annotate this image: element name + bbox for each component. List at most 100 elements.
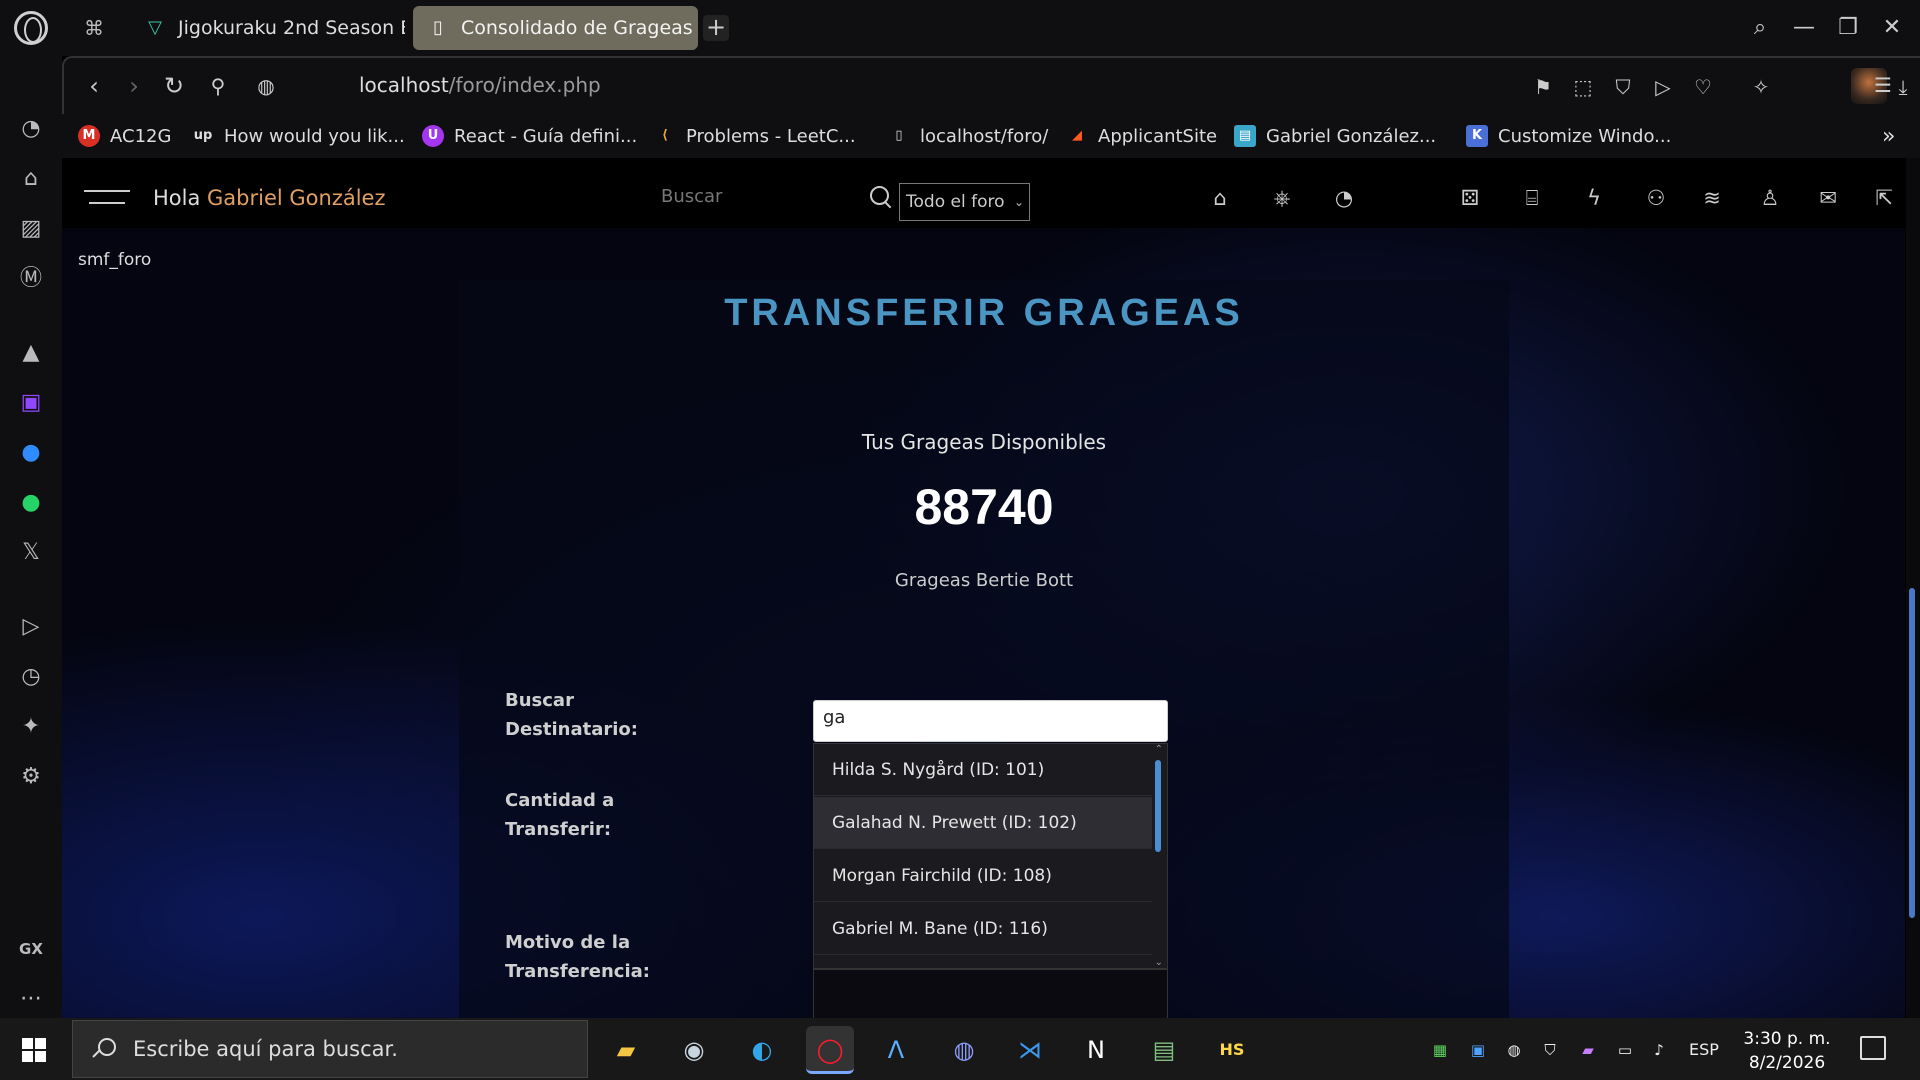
hot-tabs-icon[interactable]: ⌂ — [14, 162, 48, 196]
menu-icon[interactable]: ☰ — [1868, 70, 1898, 100]
arc-icon[interactable]: Λ — [872, 1026, 920, 1074]
aria-icon[interactable]: ▲ — [14, 336, 48, 370]
list-item[interactable]: Gabriel M. Bane (ID: 116) — [814, 903, 1152, 955]
bookmark-item[interactable]: ▯ localhost/foro/ — [888, 122, 1048, 150]
windows-start-icon[interactable] — [22, 1038, 46, 1062]
reload-button[interactable]: ↻ — [158, 70, 190, 102]
history-icon[interactable]: ◷ — [14, 660, 48, 694]
mail-icon[interactable]: ✉ — [1814, 184, 1842, 212]
discord-icon[interactable]: ◍ — [940, 1026, 988, 1074]
hs-app-icon[interactable]: HS — [1208, 1026, 1256, 1074]
reason-textarea[interactable] — [813, 969, 1168, 1018]
logout-icon[interactable]: ⇱ — [1870, 184, 1898, 212]
store-icon[interactable]: ⌸ — [1518, 184, 1546, 212]
vscode-icon[interactable]: ⋊ — [1006, 1026, 1054, 1074]
gamepad-icon[interactable]: ⎈ — [1268, 184, 1296, 212]
tab-consolidado[interactable]: ▯ Consolidado de Grageas B — [413, 6, 698, 50]
bookmark-item[interactable]: U React - Guía defini... — [422, 122, 637, 150]
list-item[interactable]: Hilda S. Nygård (ID: 101) — [814, 744, 1152, 796]
discord-tray-icon[interactable]: ◍ — [1502, 1038, 1526, 1062]
gamepad-icon[interactable]: ⌘ — [80, 14, 108, 42]
app-window-icon[interactable]: ▤ — [1140, 1026, 1188, 1074]
opera-sidebar: ◔ ⌂ ▨ Ⓜ ▲ ▣ ● ● 𝕏 ▷ ◷ ✦ ⚙ GX ⋯ — [0, 56, 62, 1018]
search-icon[interactable] — [870, 186, 894, 210]
notifications-icon[interactable] — [1860, 1036, 1886, 1060]
snapshot-icon[interactable]: ⬚ — [1568, 72, 1598, 102]
balance-unit: Grageas Bertie Bott — [894, 570, 1074, 591]
extensions-icon[interactable]: ✦ — [14, 710, 48, 744]
tab-jigokuraku[interactable]: ▽ Jigokuraku 2nd Season Ep — [130, 6, 405, 50]
scroll-up-icon[interactable]: ⌃ — [1155, 744, 1163, 755]
recipient-search-input[interactable]: ga — [813, 700, 1168, 742]
bookmark-item[interactable]: up How would you lik... — [192, 122, 405, 150]
user-icon[interactable]: ♙ — [1756, 184, 1784, 212]
list-item[interactable]: Galahad N. Prewett (ID: 102) — [814, 797, 1152, 849]
site-v-icon: ▽ — [148, 17, 162, 38]
music-player-icon[interactable]: Ⓜ — [14, 262, 48, 296]
scroll-down-icon[interactable]: ⌄ — [1155, 957, 1163, 968]
amount-label: Cantidad a Transferir: — [505, 790, 615, 840]
whatsapp-icon[interactable]: ● — [14, 486, 48, 520]
tray-app-icon[interactable]: ▣ — [1466, 1038, 1490, 1062]
minimize-icon[interactable]: — — [1786, 10, 1822, 46]
page-scrollbar[interactable] — [1906, 158, 1920, 1018]
list-item[interactable]: Morgan Fairchild (ID: 108) — [814, 850, 1152, 902]
gx-corner-icon[interactable]: ▨ — [14, 212, 48, 246]
opera-gx-icon[interactable]: ◯ — [806, 1026, 854, 1074]
opera-logo-icon[interactable] — [14, 11, 48, 45]
speed-dial-icon[interactable]: ◔ — [14, 112, 48, 146]
username-link[interactable]: Gabriel González — [207, 186, 385, 210]
taskbar-search-input[interactable]: Escribe aquí para buscar. — [72, 1020, 588, 1078]
new-tab-button[interactable]: + — [703, 15, 729, 41]
pin-icon[interactable]: ⚑ — [1528, 72, 1558, 102]
extensions-icon[interactable]: ✧ — [1746, 72, 1776, 102]
lightning-icon[interactable]: ϟ — [1580, 184, 1608, 212]
scrollbar-thumb[interactable] — [1909, 588, 1915, 918]
tray-app-icon[interactable]: ▦ — [1428, 1038, 1452, 1062]
more-icon[interactable]: ⋯ — [14, 982, 48, 1016]
player-icon[interactable]: ▷ — [14, 610, 48, 644]
search-icon[interactable]: ⌕ — [1742, 10, 1778, 46]
file-explorer-icon[interactable]: ▰ — [602, 1026, 650, 1074]
bookmark-item[interactable]: ▤ Gabriel González... — [1234, 122, 1436, 150]
shield-icon[interactable]: ⛉ — [1608, 72, 1638, 102]
restore-icon[interactable]: ❐ — [1830, 10, 1866, 46]
settings-gear-icon[interactable]: ⚙ — [14, 760, 48, 794]
users-icon[interactable]: ⚇ — [1642, 184, 1670, 212]
url-field[interactable]: localhost/foro/index.php — [359, 73, 601, 97]
x-icon[interactable]: 𝕏 — [14, 536, 48, 570]
close-icon[interactable]: ✕ — [1874, 10, 1910, 46]
gx-icon[interactable]: GX — [14, 932, 48, 966]
notion-icon[interactable]: N — [1072, 1026, 1120, 1074]
bookmark-item[interactable]: M AC12G — [78, 122, 171, 150]
more-bookmarks-icon[interactable]: » — [1882, 122, 1895, 150]
bookmark-item[interactable]: ◢ ApplicantSite — [1066, 122, 1217, 150]
page-icon: ▯ — [895, 128, 903, 143]
security-tray-icon[interactable]: ⛉ — [1538, 1038, 1562, 1062]
forum-search-input[interactable]: Buscar — [661, 186, 722, 207]
stats-pie-icon[interactable]: ◔ — [1330, 184, 1358, 212]
suggestions-scrollbar[interactable] — [1155, 760, 1161, 852]
hamburger-menu-icon[interactable] — [84, 190, 130, 204]
language-indicator[interactable]: ESP — [1684, 1038, 1724, 1062]
layers-icon[interactable]: ≋ — [1698, 184, 1726, 212]
search-security-icon[interactable]: ⚲ — [202, 70, 234, 102]
dice-icon[interactable]: ⚄ — [1456, 184, 1484, 212]
steam-icon[interactable]: ◉ — [670, 1026, 718, 1074]
bookmark-item[interactable]: ⟨ Problems - LeetC... — [654, 122, 856, 150]
network-icon[interactable]: ▭ — [1612, 1038, 1638, 1062]
edge-icon[interactable]: ◐ — [738, 1026, 786, 1074]
search-scope-select[interactable]: Todo el foro ⌄ — [899, 183, 1030, 221]
send-icon[interactable]: ▷ — [1648, 72, 1678, 102]
breadcrumb[interactable]: smf_foro — [78, 250, 151, 270]
back-button[interactable]: ‹ — [78, 70, 110, 102]
home-icon[interactable]: ⌂ — [1206, 184, 1234, 212]
bookmark-item[interactable]: K Customize Windo... — [1466, 122, 1671, 150]
volume-icon[interactable]: ♪ — [1646, 1038, 1672, 1062]
twitch-icon[interactable]: ▣ — [14, 386, 48, 420]
heart-icon[interactable]: ♡ — [1688, 72, 1718, 102]
clock[interactable]: 3:30 p. m. 8/2/2026 — [1737, 1027, 1837, 1075]
forward-button[interactable]: › — [118, 70, 150, 102]
messenger-icon[interactable]: ● — [14, 436, 48, 470]
wa-tray-icon[interactable]: ▰ — [1574, 1038, 1602, 1062]
